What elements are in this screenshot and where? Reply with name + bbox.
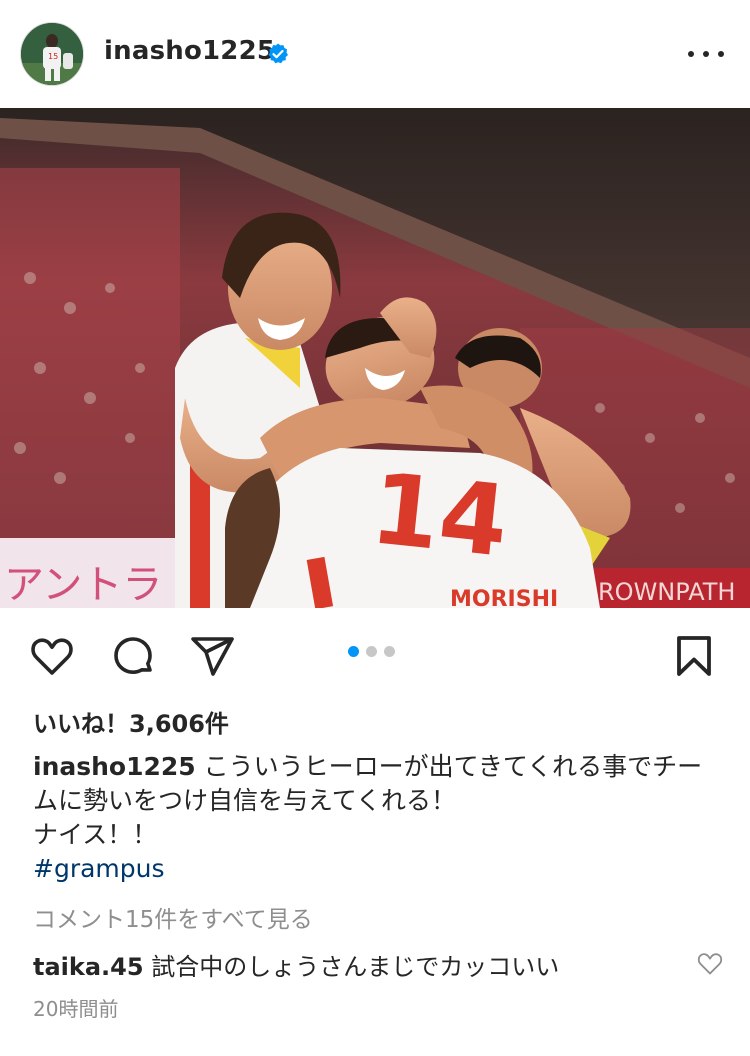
more-dot bbox=[703, 51, 709, 57]
heart-icon[interactable] bbox=[28, 632, 76, 680]
action-bar bbox=[0, 608, 750, 704]
post-header: 15 inasho1225 bbox=[0, 0, 750, 108]
comment-text: 試合中のしょうさんまじでカッコいい bbox=[151, 953, 560, 981]
verified-badge-icon bbox=[268, 43, 288, 64]
carousel-dot-active bbox=[348, 646, 359, 657]
caption-text-3: ナイス！！ bbox=[33, 820, 158, 849]
comment-bubble-icon[interactable] bbox=[109, 632, 157, 680]
likes-count[interactable]: いいね！3,606件 bbox=[33, 704, 229, 739]
instagram-post: 15 inasho1225 アントラ ROWNPATH 14 MORISHI い… bbox=[0, 0, 750, 1056]
hashtag-link[interactable]: #grampus bbox=[33, 854, 165, 883]
svg-text:アントラ: アントラ bbox=[4, 562, 162, 608]
more-dot bbox=[718, 51, 724, 57]
caption-line-1: inasho1225 こういうヒーローが出てきてくれる事でチー bbox=[33, 750, 723, 784]
celebration-photo: アントラ ROWNPATH 14 MORISHI bbox=[0, 108, 750, 608]
post-username[interactable]: inasho1225 bbox=[104, 36, 275, 66]
comment-item: taika.45 試合中のしょうさんまじでカッコいい bbox=[33, 947, 673, 982]
svg-text:ROWNPATH: ROWNPATH bbox=[598, 578, 735, 606]
post-image[interactable]: アントラ ROWNPATH 14 MORISHI bbox=[0, 108, 750, 608]
caption-text-1: こういうヒーローが出てきてくれる事でチー bbox=[203, 752, 703, 781]
svg-text:14: 14 bbox=[366, 452, 514, 580]
bookmark-icon[interactable] bbox=[670, 632, 718, 680]
more-horizontal-icon bbox=[688, 51, 694, 57]
paper-plane-icon[interactable] bbox=[189, 632, 237, 680]
caption-text-2: ムに勢いをつけ自信を与えてくれる！ bbox=[33, 786, 457, 815]
post-caption: inasho1225 こういうヒーローが出てきてくれる事でチー ムに勢いをつけ自… bbox=[33, 750, 723, 852]
avatar[interactable]: 15 bbox=[20, 22, 84, 86]
carousel-dot bbox=[384, 646, 395, 657]
svg-text:15: 15 bbox=[48, 52, 58, 61]
avatar-image: 15 bbox=[21, 23, 83, 85]
comment-like-heart-icon[interactable] bbox=[696, 950, 724, 976]
svg-text:MORISHI: MORISHI bbox=[450, 587, 558, 608]
carousel-indicator bbox=[348, 646, 395, 657]
more-options-button[interactable] bbox=[688, 40, 724, 68]
caption-username[interactable]: inasho1225 bbox=[33, 752, 196, 781]
carousel-dot bbox=[366, 646, 377, 657]
post-timestamp: 20時間前 bbox=[33, 997, 119, 1021]
view-all-comments-link[interactable]: コメント15件をすべて見る bbox=[33, 900, 313, 934]
comment-username[interactable]: taika.45 bbox=[33, 953, 144, 981]
